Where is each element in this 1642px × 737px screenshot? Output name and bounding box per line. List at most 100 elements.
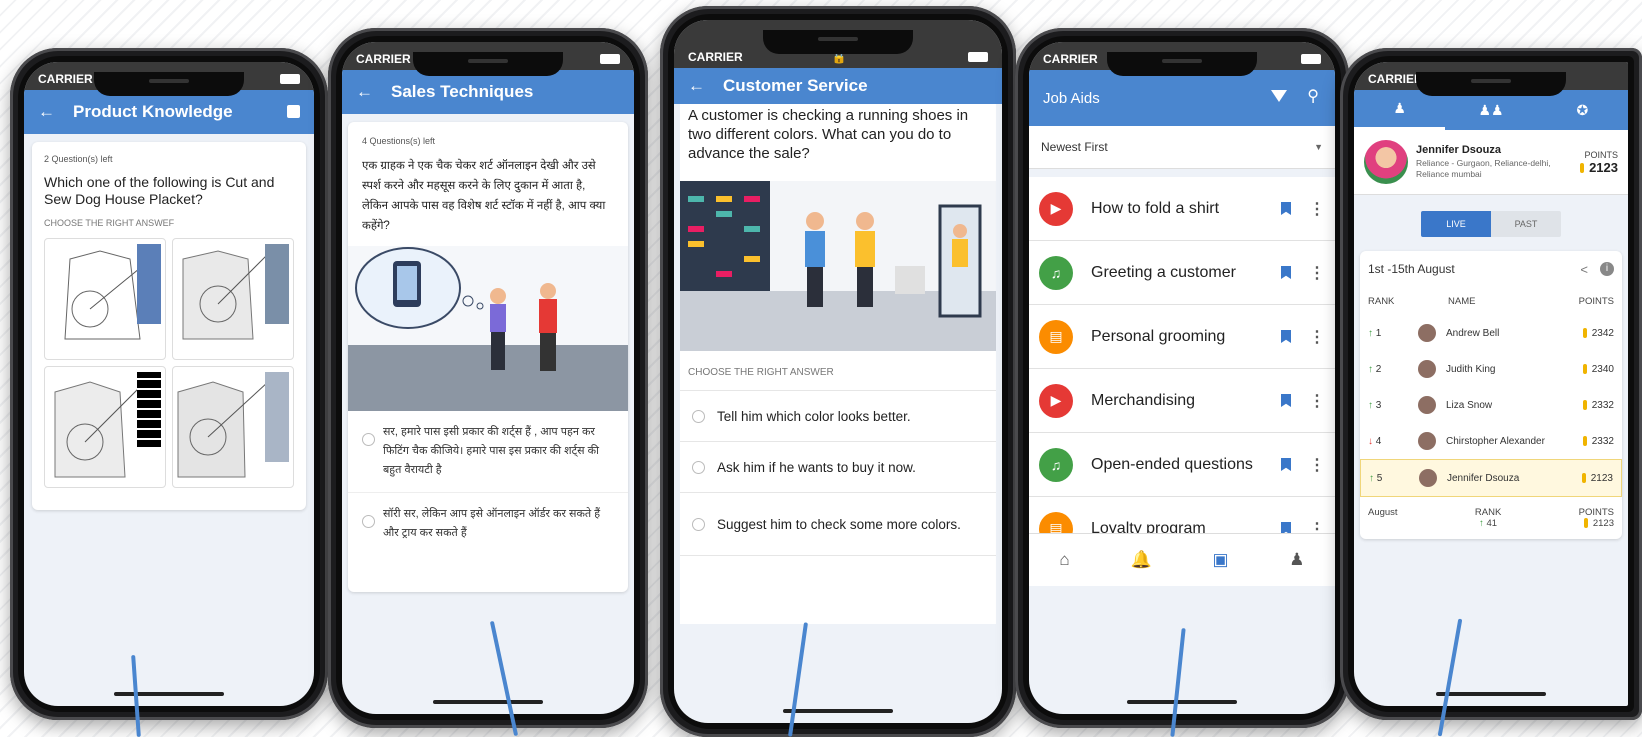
more-options-icon[interactable]: ⋮ — [1309, 391, 1325, 411]
video-icon: ▶ — [1039, 191, 1073, 226]
user-name: Jennifer Dsouza — [1416, 144, 1501, 156]
answer-option-3[interactable]: Suggest him to check some more colors. — [680, 493, 996, 556]
points-header: POINTS — [1578, 295, 1614, 307]
sort-dropdown[interactable]: Newest First ▼ — [1029, 126, 1335, 169]
radio-button[interactable] — [362, 433, 375, 446]
table-row[interactable]: ↑ 2 Judith King 2340 — [1360, 351, 1622, 387]
back-arrow-icon[interactable]: ← — [688, 76, 705, 96]
bookmark-icon[interactable] — [1281, 202, 1291, 215]
answer-option-1[interactable]: सर, हमारे पास इसी प्रकार की शर्ट्स हैं ,… — [348, 411, 628, 493]
answer-option-3[interactable] — [44, 366, 166, 488]
table-row[interactable]: ↑ 5 Jennifer Dsouza 2123 — [1360, 459, 1622, 497]
player-name: Liza Snow — [1446, 399, 1493, 411]
carrier-label: CARRIER — [38, 72, 93, 86]
questions-left: 2 Question(s) left — [44, 154, 113, 164]
list-item-label: Open-ended questions — [1091, 455, 1253, 473]
bookmark-icon[interactable] — [1281, 266, 1291, 279]
tab-badge[interactable]: ✪ — [1537, 90, 1628, 130]
period-label: 1st -15th August — [1368, 262, 1455, 276]
radio-button[interactable] — [692, 409, 705, 423]
player-points: 2332 — [1591, 399, 1614, 411]
player-points: 2342 — [1591, 327, 1614, 339]
table-row[interactable]: ↓ 4 Chirstopher Alexander 2332 — [1360, 423, 1622, 459]
question-card: 4 Questions(s) left एक ग्राहक ने एक चैक … — [348, 122, 628, 592]
shirt-illustration — [177, 372, 289, 478]
phone-customer-service: CARRIER 🔒 ← Customer Service A customer … — [660, 6, 1016, 737]
more-options-icon[interactable]: ⋮ — [1309, 199, 1325, 219]
profile-icon[interactable]: ♟ — [1289, 550, 1304, 570]
info-icon[interactable]: i — [1600, 261, 1614, 276]
live-button[interactable]: LIVE — [1421, 211, 1491, 237]
battery-icon — [280, 74, 300, 84]
bookmark-icon[interactable] — [1281, 330, 1291, 343]
option-text: Tell him which color looks better. — [717, 408, 911, 424]
answer-option-4[interactable] — [172, 366, 294, 488]
home-icon[interactable]: ⌂ — [1059, 550, 1069, 570]
more-options-icon[interactable]: ⋮ — [1309, 263, 1325, 283]
question-text: Which one of the following is Cut and Se… — [44, 174, 275, 207]
list-item[interactable]: ▤ Loyalty program ⋮ — [1029, 497, 1335, 533]
home-indicator — [114, 692, 224, 696]
phone-job-aids: CARRIER 🔒 Job Aids ⚲ Newest First ▼ ▶How… — [1015, 28, 1349, 728]
search-icon[interactable]: ⚲ — [1307, 86, 1319, 106]
tab-profile[interactable]: ♟ — [1354, 90, 1446, 130]
table-row[interactable]: ↑ 1 Andrew Bell 2342 — [1360, 315, 1622, 351]
phone-sales-techniques: CARRIER 🔒 ← Sales Techniques 4 Questions… — [328, 28, 648, 728]
up-arrow-icon: ↑ — [1368, 327, 1376, 339]
radio-button[interactable] — [362, 515, 375, 528]
more-options-icon[interactable]: ⋮ — [1309, 519, 1325, 534]
answer-option-1[interactable] — [44, 238, 166, 360]
table-row[interactable]: ↑ 3 Liza Snow 2332 — [1360, 387, 1622, 423]
carrier-label: CARRIER — [356, 52, 411, 66]
more-options-icon[interactable]: ⋮ — [1309, 327, 1325, 347]
player-points: 2332 — [1591, 435, 1614, 447]
page-title: Job Aids — [1043, 89, 1100, 107]
player-points: 2340 — [1591, 363, 1614, 375]
list-item[interactable]: ▶ Merchandising ⋮ — [1029, 369, 1335, 433]
list-item[interactable]: ▤ Personal grooming ⋮ — [1029, 305, 1335, 369]
bookmark-icon[interactable] — [1281, 522, 1291, 533]
audio-icon: ♫ — [1039, 447, 1073, 482]
job-aids-list: ▶ How to fold a shirt ⋮ ♫ Greeting a custome… — [1029, 177, 1335, 533]
menu-square-icon[interactable] — [287, 105, 300, 118]
list-item[interactable]: ♫ Greeting a customer ⋮ — [1029, 241, 1335, 305]
answer-option-2[interactable]: सॉरी सर, लेकिन आप इसे ऑनलाइन ऑर्डर कर सक… — [348, 493, 628, 555]
question-panel: A customer is checking a running shoes i… — [680, 104, 996, 624]
radio-button[interactable] — [692, 460, 705, 474]
list-item[interactable]: ♫ Open-ended questions ⋮ — [1029, 433, 1335, 497]
battery-icon — [968, 52, 988, 62]
more-options-icon[interactable]: ⋮ — [1309, 455, 1325, 475]
radio-button[interactable] — [692, 517, 705, 531]
bottom-nav: ⌂ 🔔 ▣ ♟ — [1029, 533, 1335, 586]
sort-value: Newest First — [1041, 140, 1108, 154]
rank-header: RANK — [1368, 295, 1395, 307]
tab-group[interactable]: ♟♟ — [1445, 90, 1536, 130]
filter-icon[interactable] — [1271, 90, 1287, 102]
rank-value: 2 — [1375, 363, 1382, 375]
shirt-illustration — [182, 244, 289, 340]
bookmark-icon[interactable] — [1281, 458, 1291, 471]
question-card: 2 Question(s) left Which one of the foll… — [32, 142, 306, 510]
back-arrow-icon[interactable]: ← — [356, 82, 373, 102]
option-text: Suggest him to check some more colors. — [717, 516, 961, 532]
coin-icon — [1582, 363, 1587, 374]
answer-option-1[interactable]: Tell him which color looks better. — [680, 391, 996, 442]
up-arrow-icon: ↑ — [1369, 472, 1377, 484]
share-icon[interactable]: < — [1580, 262, 1588, 277]
summary-rank-label: RANK — [1474, 507, 1502, 518]
summary-points-label: POINTS — [1578, 507, 1614, 518]
back-arrow-icon[interactable]: ← — [38, 102, 55, 122]
carrier-label: CARRIER — [1368, 72, 1423, 86]
list-item[interactable]: ▶ How to fold a shirt ⋮ — [1029, 177, 1335, 241]
answer-option-2[interactable] — [172, 238, 294, 360]
choose-label: CHOOSE THE RIGHT ANSWEF — [44, 218, 175, 228]
option-text: सॉरी सर, लेकिन आप इसे ऑनलाइन ऑर्डर कर सक… — [383, 508, 601, 539]
answer-option-2[interactable]: Ask him if he wants to buy it now. — [680, 442, 996, 493]
notification-bell-icon[interactable]: 🔔 — [1130, 550, 1151, 570]
app-bar: ← Product Knowledge — [24, 90, 314, 134]
bookmark-icon[interactable] — [1281, 394, 1291, 407]
past-button[interactable]: PAST — [1491, 211, 1561, 237]
points-label: POINTS — [1584, 149, 1618, 160]
summary-row: August RANK ↑ 41 POINTS 2123 — [1360, 497, 1622, 539]
job-aids-tab-icon[interactable]: ▣ — [1212, 550, 1228, 570]
